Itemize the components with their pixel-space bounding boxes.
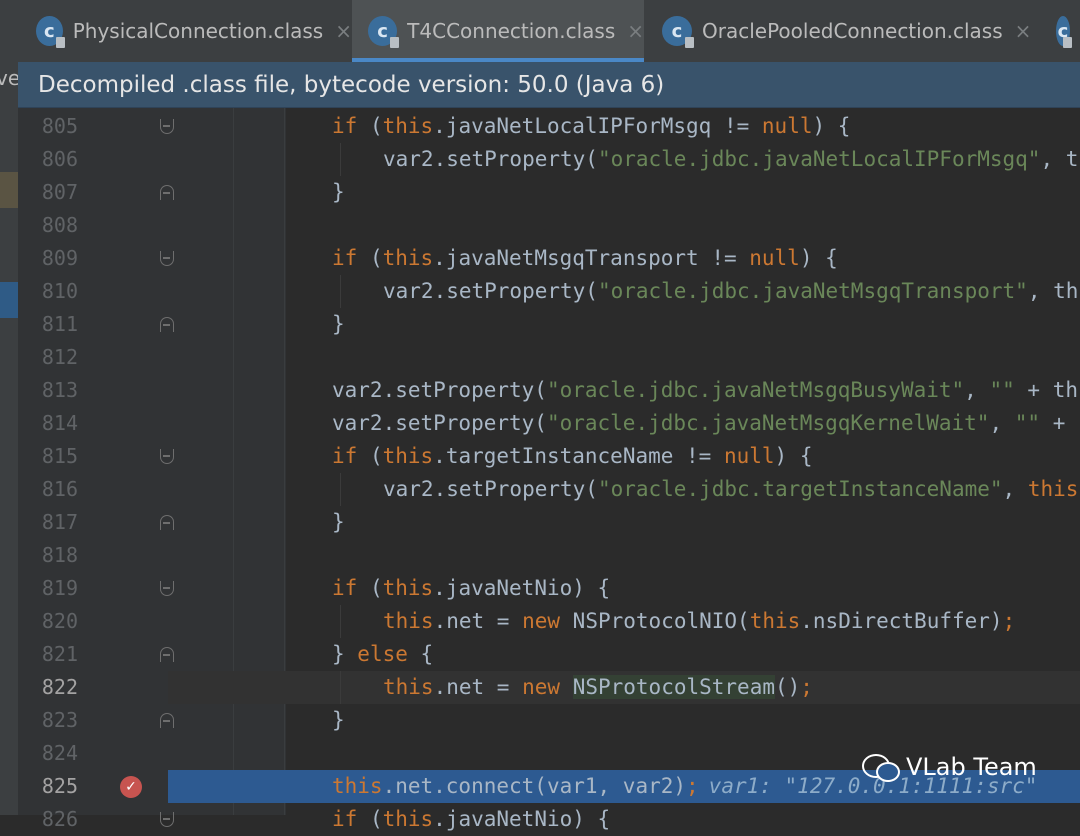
code-line[interactable]: 819 if (this.javaNetNio) { xyxy=(0,572,1080,605)
project-pane-fragment: ve xyxy=(0,66,18,90)
code-line[interactable]: 811} xyxy=(0,308,1080,341)
code-text: } xyxy=(332,510,345,534)
code-text: var2.setProperty("oracle.jdbc.targetInst… xyxy=(383,477,1079,501)
code-line[interactable]: 826 if (this.javaNetNio) { xyxy=(0,803,1080,836)
code-text: var2.setProperty("oracle.jdbc.javaNetMsg… xyxy=(332,411,1078,435)
line-number[interactable]: 817 xyxy=(18,506,78,539)
line-number[interactable]: 808 xyxy=(18,209,78,242)
fold-collapse-icon[interactable] xyxy=(160,251,174,266)
code-line[interactable]: 822 this.net = new NSProtocolStream(); xyxy=(0,671,1080,704)
wechat-logo-icon xyxy=(862,752,900,782)
line-number[interactable]: 812 xyxy=(18,341,78,374)
line-number[interactable]: 814 xyxy=(18,407,78,440)
decompiled-banner: Decompiled .class file, bytecode version… xyxy=(18,62,1080,108)
code-line[interactable]: 805 if (this.javaNetLocalIPForMsgq != nul… xyxy=(0,110,1080,143)
line-number[interactable]: 810 xyxy=(18,275,78,308)
code-text: if (this.javaNetNio) { xyxy=(332,807,611,831)
code-line[interactable]: 815 if (this.targetInstanceName != null) … xyxy=(0,440,1080,473)
banner-text: Decompiled .class file, bytecode version… xyxy=(38,71,665,98)
line-number[interactable]: 825 xyxy=(18,770,78,803)
code-line[interactable]: 806 var2.setProperty("oracle.jdbc.javaNet… xyxy=(0,143,1080,176)
line-number[interactable]: 813 xyxy=(18,374,78,407)
code-line[interactable]: 814 var2.setProperty("oracle.jdbc.javaNet… xyxy=(0,407,1080,440)
tab-label: T4CConnection.class xyxy=(407,19,616,43)
breakpoint-icon[interactable]: ✓ xyxy=(120,776,142,798)
code-text: this.net = new NSProtocolNIO(this.nsDire… xyxy=(383,609,1016,633)
fold-end-icon[interactable] xyxy=(160,713,174,728)
line-number[interactable]: 818 xyxy=(18,539,78,572)
tab-label: OraclePooledConnection.class xyxy=(702,19,1003,43)
fold-collapse-icon[interactable] xyxy=(160,812,174,827)
fold-collapse-icon[interactable] xyxy=(160,581,174,596)
indent-guide xyxy=(340,275,341,308)
line-number[interactable]: 822 xyxy=(18,671,78,704)
code-text: var2.setProperty("oracle.jdbc.javaNetLoc… xyxy=(383,147,1079,171)
code-text: } xyxy=(332,180,345,204)
code-text: if (this.javaNetMsgqTransport != null) { xyxy=(332,246,838,270)
line-number[interactable]: 826 xyxy=(18,803,78,836)
indent-guide xyxy=(340,605,341,638)
code-editor[interactable]: 805 if (this.javaNetLocalIPForMsgq != nul… xyxy=(0,108,1080,831)
class-file-icon: c xyxy=(36,16,65,48)
code-line[interactable]: 817} xyxy=(0,506,1080,539)
class-file-icon: c xyxy=(1056,16,1072,48)
code-text: if (this.javaNetNio) { xyxy=(332,576,611,600)
code-text: } xyxy=(332,312,345,336)
line-number[interactable]: 820 xyxy=(18,605,78,638)
fold-collapse-icon[interactable] xyxy=(160,119,174,134)
tab-label: PhysicalConnection.class xyxy=(72,19,324,43)
code-line[interactable]: 816 var2.setProperty("oracle.jdbc.targetI… xyxy=(0,473,1080,506)
line-number[interactable]: 805 xyxy=(18,110,78,143)
code-line[interactable]: 809 if (this.javaNetMsgqTransport != null… xyxy=(0,242,1080,275)
tab-oraclepooledconnection[interactable]: c OraclePooledConnection.class × xyxy=(644,0,1040,62)
indent-guide xyxy=(340,671,341,704)
wechat-watermark: VLab Team xyxy=(862,752,1037,782)
indent-guide xyxy=(340,473,341,506)
indent-guide xyxy=(340,143,341,176)
line-number[interactable]: 811 xyxy=(18,308,78,341)
fold-end-icon[interactable] xyxy=(160,515,174,530)
fold-collapse-icon[interactable] xyxy=(160,449,174,464)
line-number[interactable]: 821 xyxy=(18,638,78,671)
code-line[interactable]: 808 xyxy=(0,209,1080,242)
code-line[interactable]: 807} xyxy=(0,176,1080,209)
code-text: if (this.javaNetLocalIPForMsgq != null) … xyxy=(332,114,851,138)
close-tab-icon[interactable]: × xyxy=(627,19,644,43)
class-file-icon: c xyxy=(368,16,400,48)
code-text: var2.setProperty("oracle.jdbc.javaNetMsg… xyxy=(332,378,1078,402)
code-text: if (this.targetInstanceName != null) { xyxy=(332,444,813,468)
line-number[interactable]: 819 xyxy=(18,572,78,605)
close-tab-icon[interactable]: × xyxy=(1015,19,1032,43)
class-file-icon: c xyxy=(662,16,694,48)
tab-overflow[interactable]: c xyxy=(1040,0,1080,62)
fold-end-icon[interactable] xyxy=(160,317,174,332)
line-number[interactable]: 809 xyxy=(18,242,78,275)
editor-tab-bar: c PhysicalConnection.class × c T4CConnec… xyxy=(18,0,1080,63)
code-line[interactable]: 813 var2.setProperty("oracle.jdbc.javaNet… xyxy=(0,374,1080,407)
code-text: } else { xyxy=(332,642,434,666)
line-number[interactable]: 823 xyxy=(18,704,78,737)
code-text: } xyxy=(332,708,345,732)
code-text: var2.setProperty("oracle.jdbc.javaNetMsg… xyxy=(383,279,1079,303)
close-tab-icon[interactable]: × xyxy=(335,19,352,43)
watermark-text: VLab Team xyxy=(906,753,1037,781)
line-number[interactable]: 806 xyxy=(18,143,78,176)
code-line[interactable]: 810 var2.setProperty("oracle.jdbc.javaNet… xyxy=(0,275,1080,308)
line-number[interactable]: 815 xyxy=(18,440,78,473)
code-line[interactable]: 821 } else { xyxy=(0,638,1080,671)
line-number[interactable]: 816 xyxy=(18,473,78,506)
line-number[interactable]: 807 xyxy=(18,176,78,209)
fold-end-icon[interactable] xyxy=(160,185,174,200)
line-number[interactable]: 824 xyxy=(18,737,78,770)
code-text: this.net = new NSProtocolStream(); xyxy=(383,675,813,699)
code-line[interactable]: 812 xyxy=(0,341,1080,374)
code-line[interactable]: 820 this.net = new NSProtocolNIO(this.nsD… xyxy=(0,605,1080,638)
tab-t4cconnection[interactable]: c T4CConnection.class × xyxy=(352,0,644,62)
code-line[interactable]: 823} xyxy=(0,704,1080,737)
code-line[interactable]: 818 xyxy=(0,539,1080,572)
tab-physicalconnection[interactable]: c PhysicalConnection.class × xyxy=(18,0,352,62)
fold-end-icon[interactable] xyxy=(160,647,174,662)
